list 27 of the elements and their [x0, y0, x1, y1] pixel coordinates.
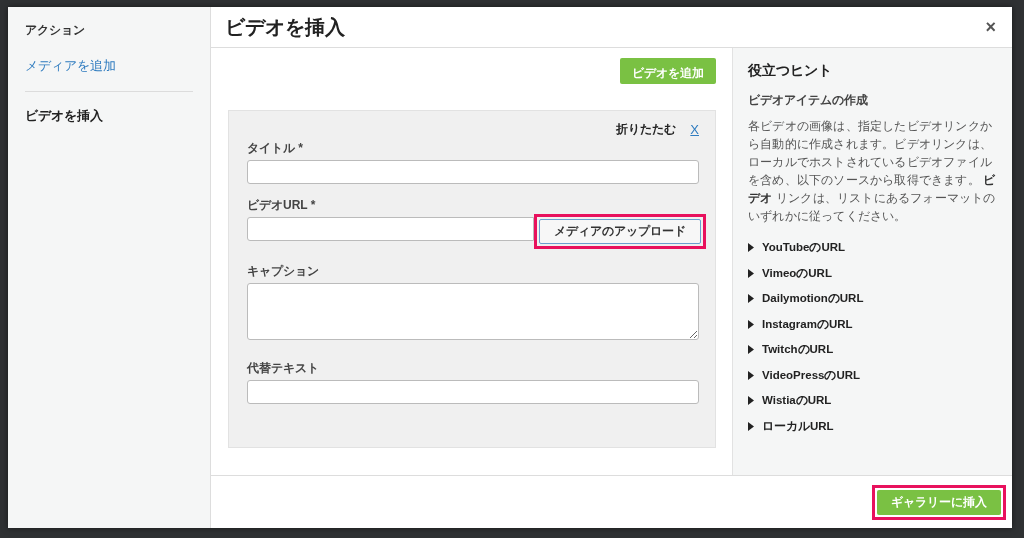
url-format-item[interactable]: ローカルURL	[748, 413, 1002, 439]
hints-title: 役立つヒント	[748, 62, 833, 80]
url-format-item[interactable]: VimeoのURL	[748, 260, 1002, 286]
url-format-item[interactable]: YouTubeのURL	[748, 235, 1002, 261]
url-format-item[interactable]: TwitchのURL	[748, 337, 1002, 363]
collapse-label: 折りたたむ	[616, 121, 677, 138]
dialog-title: ビデオを挿入	[225, 14, 345, 40]
caption-field[interactable]	[247, 283, 699, 340]
url-format-item[interactable]: InstagramのURL	[748, 311, 1002, 337]
upload-media-button[interactable]: メディアのアップロード	[539, 219, 701, 244]
url-format-item[interactable]: VideoPressのURL	[748, 362, 1002, 388]
collapse-link[interactable]: X	[690, 122, 699, 137]
hints-text: 各ビデオの画像は、指定したビデオリンクから自動的に作成されます。ビデオリンクは、ローカルでホストされているビデオファイルを含め、以下のソースから取得できます。 ビデオ リンクは、リストにあるフォーマットのいずれかに従ってください。	[748, 118, 997, 225]
sidebar-heading: アクション	[25, 22, 86, 39]
sidebar-item[interactable]: メディアを追加	[25, 57, 116, 75]
close-button[interactable]: ×	[983, 16, 998, 38]
input-field[interactable]	[247, 380, 699, 404]
url-format-item[interactable]: WistiaのURL	[748, 388, 1002, 414]
field-label: ビデオURL *	[247, 197, 317, 214]
field-label: 代替テキスト	[247, 360, 320, 377]
input-field[interactable]	[247, 217, 534, 241]
input-field[interactable]	[247, 160, 699, 184]
field-label: タイトル *	[247, 140, 304, 157]
field-label: キャプション	[247, 263, 320, 280]
url-format-item[interactable]: DailymotionのURL	[748, 286, 1002, 312]
sidebar-item[interactable]: ビデオを挿入	[25, 107, 103, 125]
hints-subtitle: ビデオアイテムの作成	[748, 92, 869, 109]
